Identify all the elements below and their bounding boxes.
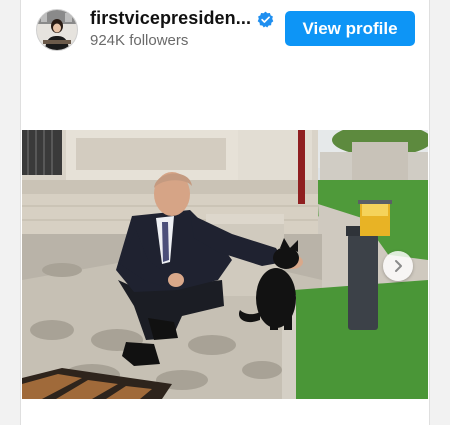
verified-badge-icon	[257, 11, 274, 28]
follower-count: 924K followers	[90, 32, 189, 49]
avatar-image	[37, 10, 77, 50]
instagram-embed-card: firstvicepresiden... 924K followers View…	[20, 0, 430, 425]
post-image	[22, 130, 428, 399]
next-photo-button[interactable]	[383, 251, 413, 281]
profile-avatar[interactable]	[36, 9, 78, 51]
post-username[interactable]: firstvicepresiden...	[90, 8, 266, 29]
chevron-right-icon	[395, 260, 402, 272]
view-profile-button[interactable]: View profile	[285, 11, 415, 46]
post-photo[interactable]	[22, 130, 428, 399]
post-header: firstvicepresiden... 924K followers View…	[21, 0, 429, 60]
